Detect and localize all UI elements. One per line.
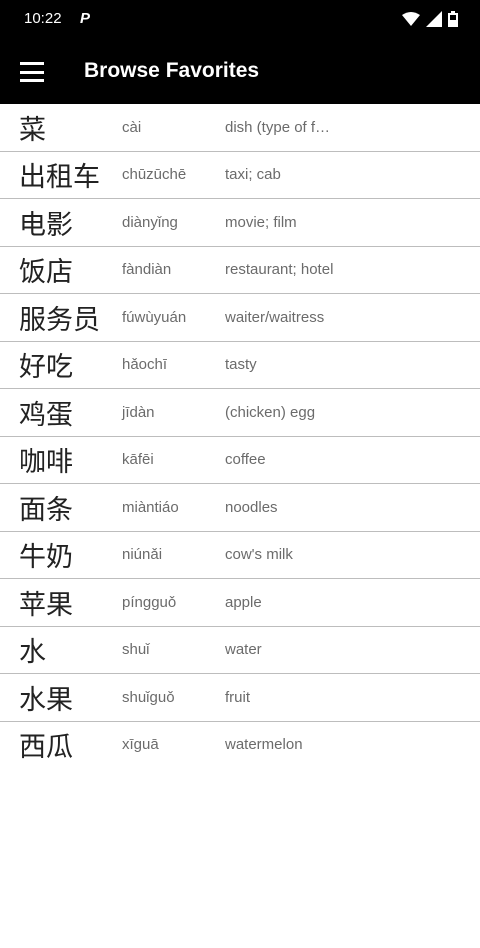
hanzi: 鸡蛋	[19, 399, 73, 431]
meaning: taxi; cab	[225, 166, 281, 184]
hanzi: 西瓜	[19, 732, 73, 764]
pinyin: diànyǐng	[122, 213, 178, 231]
pinyin: jīdàn	[122, 403, 155, 421]
list-item[interactable]: 苹果 píngguǒ apple	[0, 579, 480, 627]
list-item[interactable]: 水果 shuǐguǒ fruit	[0, 674, 480, 722]
list-item[interactable]: 电影 diànyǐng movie; film	[0, 199, 480, 247]
meaning: cow's milk	[225, 546, 293, 564]
meaning: movie; film	[225, 213, 297, 231]
page-title: Browse Favorites	[84, 59, 260, 82]
list-item[interactable]: 牛奶 niúnǎi cow's milk	[0, 532, 480, 579]
battery-icon	[448, 11, 458, 27]
pinyin: cài	[122, 118, 142, 136]
list-item[interactable]: 面条 miàntiáo noodles	[0, 484, 480, 532]
meaning: restaurant; hotel	[225, 261, 334, 279]
status-icons	[402, 11, 458, 27]
meaning: water	[225, 641, 262, 659]
status-time: 10:22	[24, 10, 62, 27]
hanzi: 水果	[19, 684, 73, 716]
pinyin: hǎochī	[122, 356, 168, 374]
favorites-list: 菜 cài dish (type of food) 出租车 chūzūchē t…	[0, 104, 480, 768]
status-bar: 10:22 P	[0, 0, 480, 40]
list-item[interactable]: 饭店 fàndiàn restaurant; hotel	[0, 247, 480, 294]
wifi-icon	[402, 12, 420, 26]
hamburger-menu-icon[interactable]	[20, 62, 44, 82]
pinyin: fàndiàn	[122, 261, 172, 279]
hanzi: 电影	[19, 209, 73, 241]
hanzi: 苹果	[19, 589, 73, 621]
meaning: tasty	[225, 356, 257, 374]
app-bar: Browse Favorites	[0, 40, 480, 104]
pinyin: miàntiáo	[122, 498, 179, 516]
pinyin: píngguǒ	[122, 593, 177, 611]
hanzi: 饭店	[19, 257, 73, 289]
pinyin: chūzūchē	[122, 166, 187, 184]
pinyin: niúnǎi	[122, 546, 163, 564]
list-item[interactable]: 西瓜 xīguā watermelon	[0, 722, 480, 769]
pinyin: shuǐguǒ	[122, 688, 175, 706]
hanzi: 出租车	[19, 162, 100, 194]
meaning: (chicken) egg	[225, 403, 316, 421]
hanzi: 菜	[19, 114, 46, 146]
meaning: coffee	[225, 451, 266, 469]
app-notification-icon: P	[80, 10, 91, 27]
list-item[interactable]: 出租车 chūzūchē taxi; cab	[0, 152, 480, 199]
pinyin: xīguā	[122, 736, 159, 754]
meaning: noodles	[225, 498, 278, 516]
list-item[interactable]: 服务员 fúwùyuán waiter/waitress	[0, 294, 480, 342]
meaning: watermelon	[225, 736, 303, 754]
hanzi: 牛奶	[19, 542, 73, 574]
list-item[interactable]: 菜 cài dish (type of food)	[0, 104, 480, 152]
hanzi: 好吃	[19, 352, 73, 384]
list-item[interactable]: 咖啡 kāfēi coffee	[0, 437, 480, 484]
meaning: waiter/waitress	[225, 308, 325, 326]
meaning: apple	[225, 593, 262, 611]
pinyin: kāfēi	[122, 451, 154, 469]
meaning: dish (type of food)	[225, 118, 335, 136]
pinyin: fúwùyuán	[122, 308, 187, 326]
cell-signal-icon	[426, 11, 442, 27]
hanzi: 面条	[19, 494, 73, 526]
list-item[interactable]: 鸡蛋 jīdàn (chicken) egg	[0, 389, 480, 437]
list-item[interactable]: 水 shuǐ water	[0, 627, 480, 674]
pinyin: shuǐ	[122, 641, 150, 659]
hanzi: 服务员	[19, 304, 100, 336]
meaning: fruit	[225, 688, 251, 706]
hanzi: 水	[19, 637, 46, 669]
hanzi: 咖啡	[19, 447, 73, 479]
list-item[interactable]: 好吃 hǎochī tasty	[0, 342, 480, 389]
